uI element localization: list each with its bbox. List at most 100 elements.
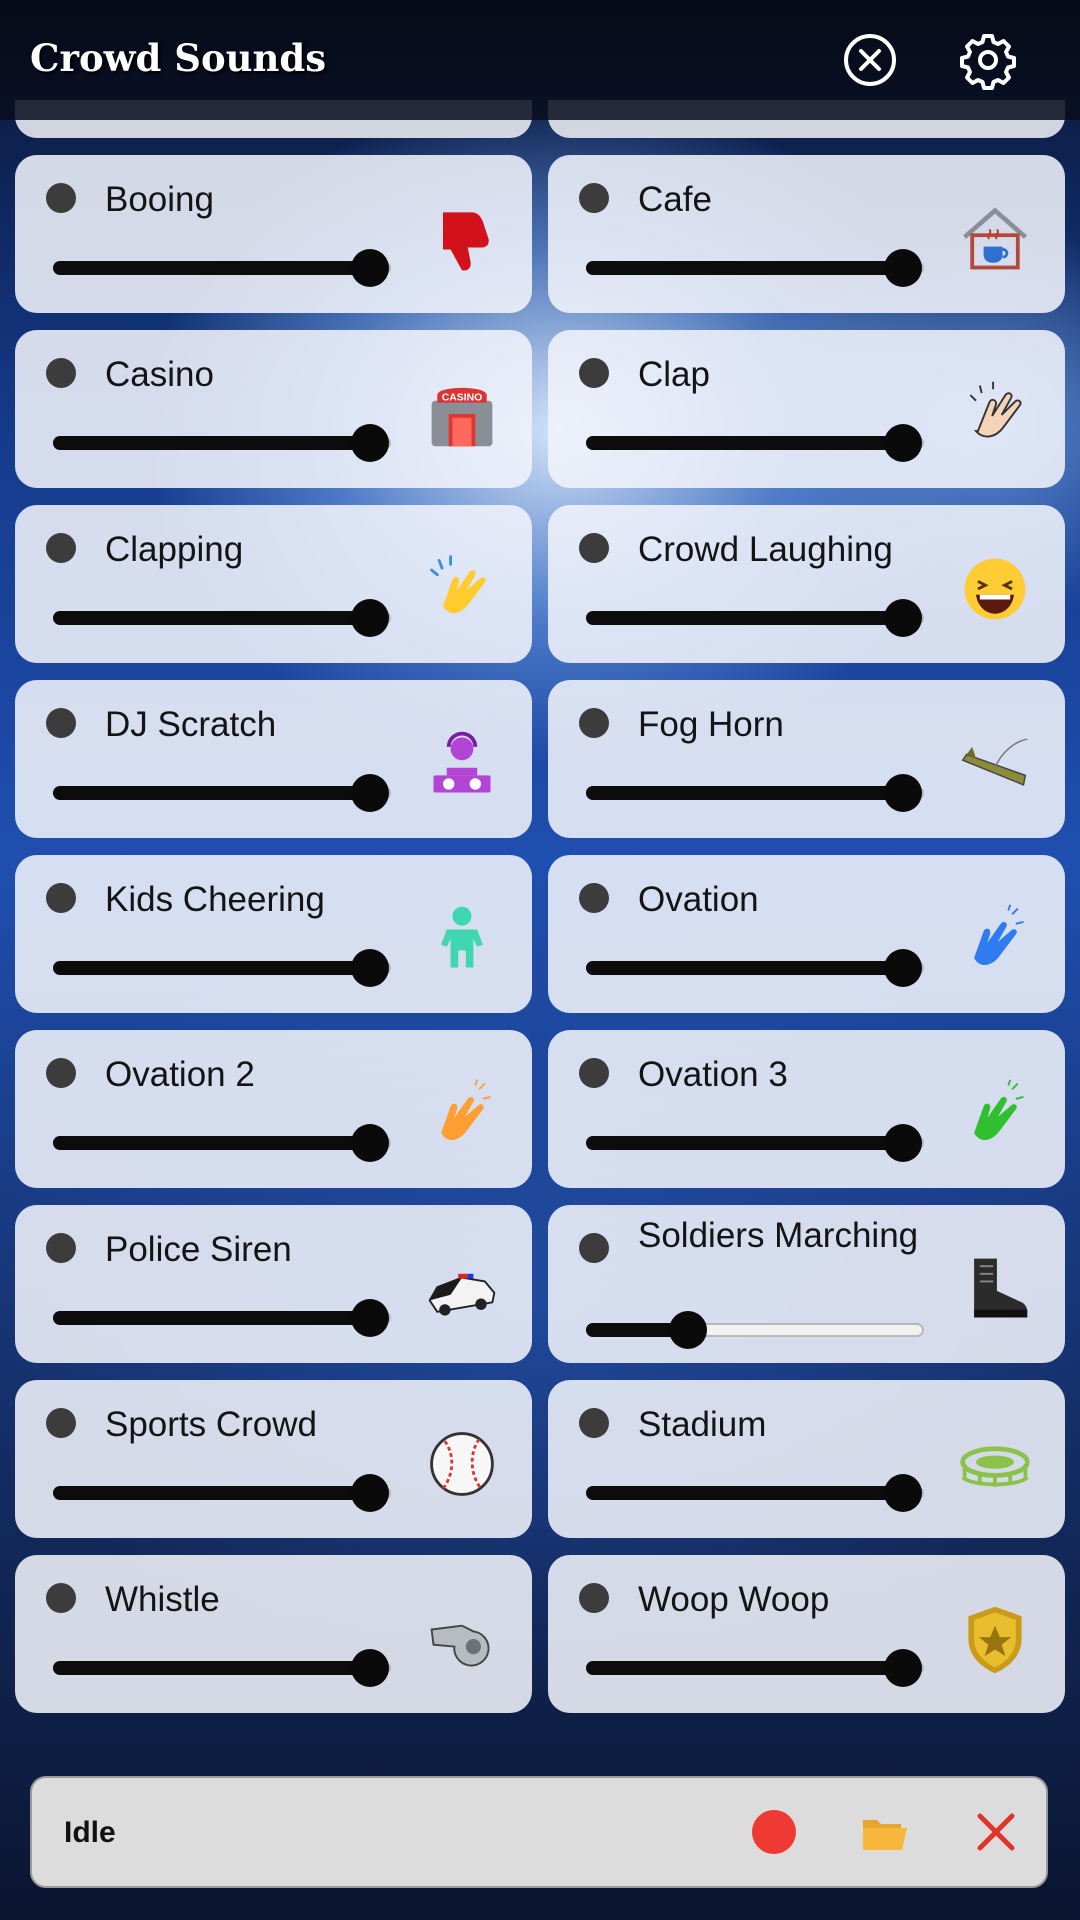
volume-fill (53, 961, 387, 975)
volume-fill (53, 261, 387, 275)
clear-button[interactable] (974, 1810, 1018, 1854)
volume-thumb[interactable] (884, 424, 922, 462)
play-indicator[interactable] (579, 883, 609, 913)
sound-card[interactable]: Clap (548, 330, 1065, 488)
volume-thumb[interactable] (351, 249, 389, 287)
volume-slider[interactable] (586, 424, 924, 462)
clapping-hands-green-icon (955, 1074, 1035, 1154)
play-indicator[interactable] (46, 1408, 76, 1438)
play-indicator[interactable] (46, 358, 76, 388)
sound-card[interactable]: Ovation 3 (548, 1030, 1065, 1188)
volume-thumb[interactable] (351, 1299, 389, 1337)
volume-slider[interactable] (586, 249, 924, 287)
volume-fill (586, 1661, 920, 1675)
record-button[interactable] (752, 1810, 796, 1854)
volume-slider[interactable] (53, 1649, 391, 1687)
play-indicator[interactable] (46, 1583, 76, 1613)
volume-slider[interactable] (586, 1474, 924, 1512)
sound-card[interactable]: Booing (15, 155, 532, 313)
volume-slider[interactable] (53, 949, 391, 987)
play-indicator[interactable] (46, 883, 76, 913)
sound-card[interactable]: Ovation 2 (15, 1030, 532, 1188)
police-car-icon (422, 1249, 502, 1329)
volume-slider[interactable] (53, 1299, 391, 1337)
sound-name: Booing (105, 180, 214, 219)
sound-name: Kids Cheering (105, 880, 325, 919)
sound-card[interactable]: Kids Cheering (15, 855, 532, 1013)
volume-thumb[interactable] (884, 774, 922, 812)
play-indicator[interactable] (46, 1233, 76, 1263)
sound-card[interactable]: Sports Crowd (15, 1380, 532, 1538)
play-indicator[interactable] (46, 1058, 76, 1088)
sound-card[interactable]: Fog Horn (548, 680, 1065, 838)
whistle-icon (422, 1599, 502, 1679)
volume-thumb[interactable] (884, 1124, 922, 1162)
settings-button[interactable] (958, 30, 1018, 90)
player-bar: Idle (30, 1776, 1048, 1888)
volume-slider[interactable] (53, 774, 391, 812)
sound-card[interactable]: Police Siren (15, 1205, 532, 1363)
cafe-house-icon (955, 199, 1035, 279)
app-header: Crowd Sounds (0, 0, 1080, 120)
sound-card[interactable]: Whistle (15, 1555, 532, 1713)
play-indicator[interactable] (579, 1408, 609, 1438)
play-indicator[interactable] (579, 1058, 609, 1088)
sound-name: Ovation (638, 880, 759, 919)
volume-thumb[interactable] (351, 774, 389, 812)
sound-card[interactable]: DJ Scratch (15, 680, 532, 838)
volume-thumb[interactable] (351, 1474, 389, 1512)
play-indicator[interactable] (579, 533, 609, 563)
sound-card[interactable]: Clapping (15, 505, 532, 663)
sound-card[interactable]: Stadium (548, 1380, 1065, 1538)
play-indicator[interactable] (46, 533, 76, 563)
volume-slider[interactable] (586, 1649, 924, 1687)
volume-thumb[interactable] (351, 1649, 389, 1687)
volume-thumb[interactable] (351, 1124, 389, 1162)
volume-slider[interactable] (586, 1311, 924, 1349)
sound-card[interactable]: Cafe (548, 155, 1065, 313)
volume-slider[interactable] (586, 1124, 924, 1162)
play-indicator[interactable] (579, 358, 609, 388)
play-indicator[interactable] (46, 708, 76, 738)
sound-name: Sports Crowd (105, 1405, 318, 1444)
volume-thumb[interactable] (884, 599, 922, 637)
volume-slider[interactable] (53, 1124, 391, 1162)
volume-thumb[interactable] (884, 1649, 922, 1687)
volume-thumb[interactable] (884, 249, 922, 287)
sound-card[interactable]: Soldiers Marching (548, 1205, 1065, 1363)
close-button[interactable] (840, 30, 900, 90)
play-indicator[interactable] (579, 1233, 609, 1263)
volume-thumb[interactable] (884, 1474, 922, 1512)
volume-fill (53, 436, 387, 450)
volume-fill (53, 1136, 387, 1150)
volume-thumb[interactable] (351, 949, 389, 987)
volume-slider[interactable] (53, 249, 391, 287)
svg-text:CASINO: CASINO (442, 393, 483, 404)
sound-card[interactable]: Crowd Laughing (548, 505, 1065, 663)
play-indicator[interactable] (579, 1583, 609, 1613)
play-indicator[interactable] (579, 708, 609, 738)
play-indicator[interactable] (579, 183, 609, 213)
sound-name: Soldiers Marching (638, 1216, 919, 1255)
volume-thumb[interactable] (351, 424, 389, 462)
status-label: Idle (64, 1816, 116, 1849)
sound-card[interactable]: Ovation (548, 855, 1065, 1013)
volume-fill (586, 1486, 920, 1500)
volume-thumb[interactable] (884, 949, 922, 987)
sound-name: Cafe (638, 180, 712, 219)
play-indicator[interactable] (46, 183, 76, 213)
sound-name: DJ Scratch (105, 705, 277, 744)
sound-card[interactable]: Casino CASINO (15, 330, 532, 488)
volume-slider[interactable] (586, 949, 924, 987)
volume-slider[interactable] (586, 599, 924, 637)
volume-slider[interactable] (53, 424, 391, 462)
open-folder-button[interactable] (860, 1808, 910, 1858)
sound-name: Police Siren (105, 1230, 292, 1269)
sound-name: Casino (105, 355, 214, 394)
volume-slider[interactable] (53, 599, 391, 637)
sound-card[interactable]: Woop Woop (548, 1555, 1065, 1713)
volume-slider[interactable] (586, 774, 924, 812)
volume-slider[interactable] (53, 1474, 391, 1512)
volume-thumb[interactable] (669, 1311, 708, 1349)
volume-thumb[interactable] (351, 599, 389, 637)
